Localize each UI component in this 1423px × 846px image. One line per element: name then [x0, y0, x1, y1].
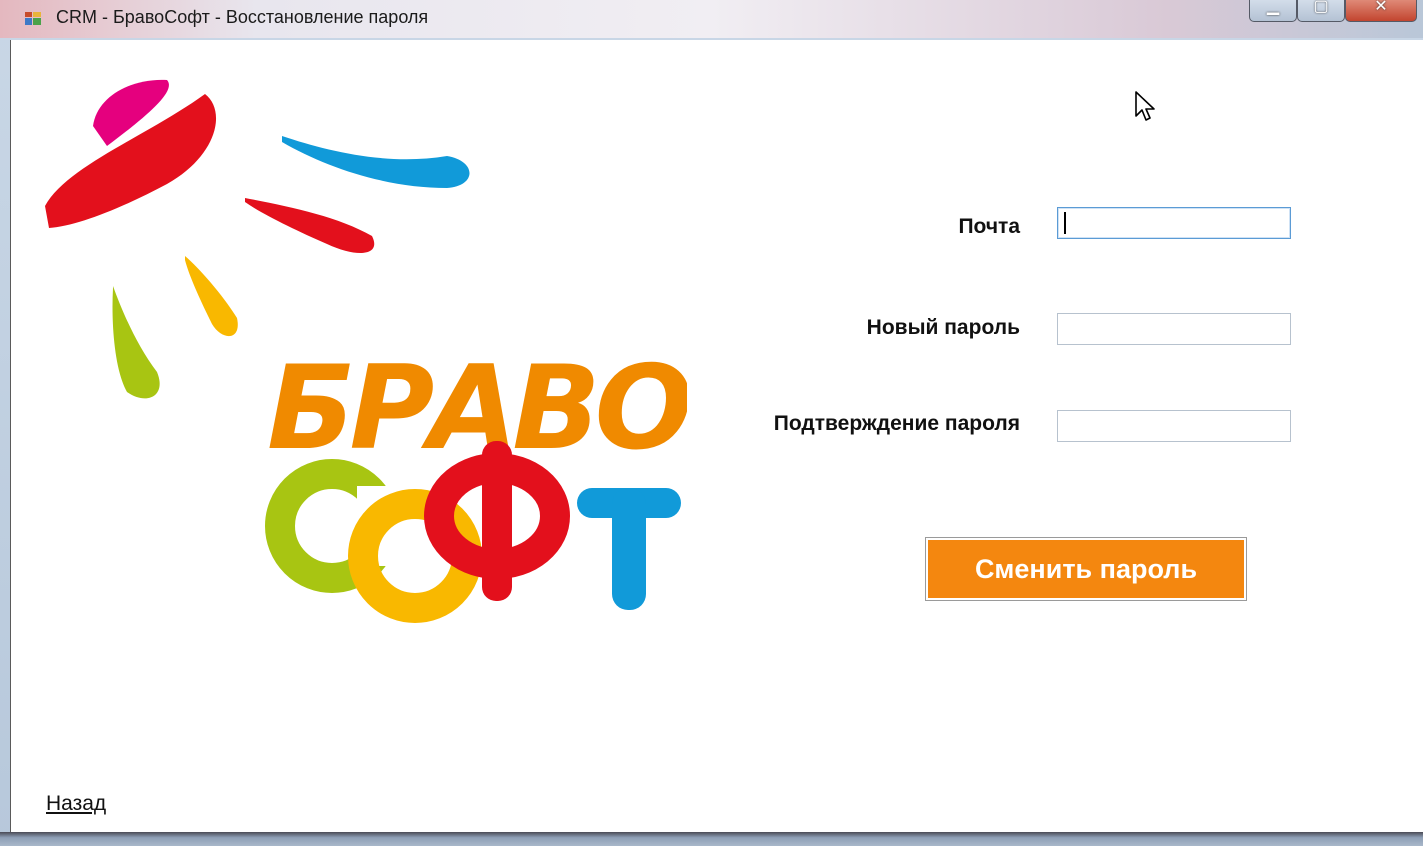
title-bar[interactable]: CRM - БравоСофт - Восстановление пароля … [0, 0, 1423, 38]
confirm-password-field[interactable] [1057, 410, 1291, 442]
window-bottom-border [0, 832, 1423, 846]
new-password-field[interactable] [1057, 313, 1291, 345]
text-caret [1064, 212, 1066, 234]
bravosoft-logo: БРАВО [45, 79, 687, 623]
app-icon [25, 12, 41, 25]
email-label: Почта [958, 215, 1020, 238]
back-link[interactable]: Назад [46, 792, 106, 816]
window-controls: ▁ ▢ ✕ [1249, 0, 1417, 26]
email-field[interactable] [1057, 207, 1291, 239]
new-password-label: Новый пароль [866, 316, 1020, 339]
form-client-area: БРАВО Почта Новый пароль Подтверждение п… [10, 40, 1423, 832]
app-window: CRM - БравоСофт - Восстановление пароля … [0, 0, 1423, 846]
confirm-password-label: Подтверждение пароля [773, 412, 1020, 435]
change-password-button[interactable]: Сменить пароль [925, 537, 1247, 601]
close-icon[interactable]: ✕ [1345, 0, 1417, 22]
minimize-icon[interactable]: ▁ [1249, 0, 1297, 22]
window-title: CRM - БравоСофт - Восстановление пароля [56, 7, 429, 27]
maximize-icon[interactable]: ▢ [1297, 0, 1345, 22]
mouse-cursor-icon [1135, 91, 1155, 121]
